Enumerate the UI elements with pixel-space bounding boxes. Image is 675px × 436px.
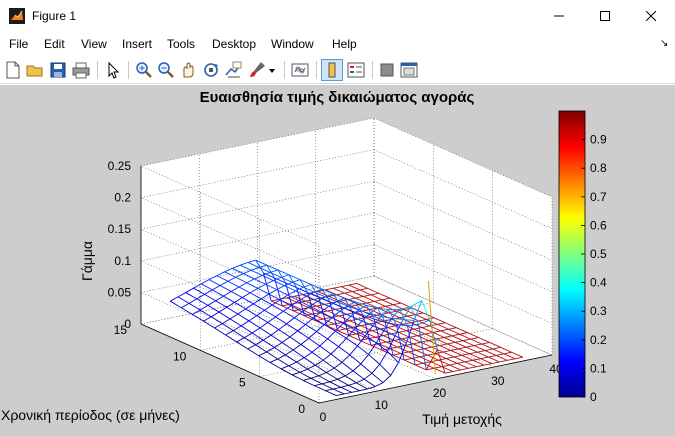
z-tick-label: 0.25 bbox=[108, 159, 132, 173]
toolbar-separator bbox=[284, 61, 285, 79]
y-tick-label: 10 bbox=[173, 349, 187, 363]
z-tick-label: 0.15 bbox=[108, 222, 132, 236]
chart-title: Ευαισθησία τιμής δικαιώματος αγοράς bbox=[200, 89, 475, 106]
x-tick-label: 20 bbox=[433, 386, 447, 400]
colorbar-tick-label: 0.9 bbox=[590, 133, 607, 147]
toolbar-separator bbox=[128, 61, 129, 79]
menu-bar: File Edit View Insert Tools Desktop Wind… bbox=[0, 32, 675, 56]
figure-toolbar bbox=[0, 56, 675, 84]
close-button[interactable] bbox=[628, 0, 674, 32]
rotate-3d-icon[interactable] bbox=[201, 60, 221, 80]
y-axis-label: Χρονική περίοδος (σε μήνες) bbox=[1, 407, 180, 423]
axes-grid bbox=[140, 117, 553, 404]
z-axis-label: Γάμμα bbox=[79, 241, 95, 281]
z-tick-label: 0.05 bbox=[108, 285, 132, 299]
colorbar-tick-label: 0.2 bbox=[590, 333, 607, 347]
open-file-icon[interactable] bbox=[25, 60, 45, 80]
menu-tools[interactable]: Tools bbox=[167, 37, 195, 51]
matlab-icon bbox=[9, 8, 25, 24]
dock-figure-icon[interactable]: ↘ bbox=[660, 38, 668, 49]
menu-edit[interactable]: Edit bbox=[44, 37, 65, 51]
zoom-out-icon[interactable] bbox=[156, 60, 176, 80]
menu-file[interactable]: File bbox=[9, 37, 28, 51]
menu-desktop[interactable]: Desktop bbox=[212, 37, 256, 51]
toolbar-separator bbox=[316, 61, 317, 79]
hide-plot-tools-icon[interactable] bbox=[377, 60, 397, 80]
data-cursor-icon[interactable] bbox=[224, 60, 244, 80]
colorbar-tick-label: 0 bbox=[590, 390, 597, 404]
zoom-in-icon[interactable] bbox=[134, 60, 154, 80]
window-title: Figure 1 bbox=[32, 9, 77, 23]
edit-plot-arrow-icon[interactable] bbox=[103, 60, 123, 80]
window-titlebar: Figure 1 bbox=[0, 0, 675, 32]
colorbar-tick-label: 0.6 bbox=[590, 218, 607, 232]
minimize-icon bbox=[554, 15, 564, 17]
close-icon bbox=[646, 11, 656, 21]
colorbar-tick-label: 0.7 bbox=[590, 190, 607, 204]
show-plot-tools-icon[interactable] bbox=[399, 60, 419, 80]
y-tick-label: 0 bbox=[298, 402, 305, 416]
maximize-button[interactable] bbox=[582, 0, 628, 32]
legend-icon[interactable] bbox=[346, 60, 366, 80]
colorbar-tick-label: 0.1 bbox=[590, 361, 607, 375]
colorbar-tick-label: 0.5 bbox=[590, 247, 607, 261]
x-axis-label: Τιμή μετοχής bbox=[422, 411, 502, 427]
z-tick-label: 0 bbox=[124, 317, 131, 331]
colorbar-tick-label: 0.4 bbox=[590, 276, 607, 290]
colorbar-tick-label: 0.8 bbox=[590, 161, 607, 175]
plot-3d-surface[interactable]: 01020304005101500.050.10.150.20.25 Ευαισ… bbox=[0, 85, 675, 436]
link-plot-icon[interactable] bbox=[290, 60, 310, 80]
colorbar-tick-label: 0.3 bbox=[590, 304, 607, 318]
save-icon[interactable] bbox=[48, 60, 68, 80]
z-tick-label: 0.1 bbox=[114, 254, 131, 268]
new-figure-icon[interactable] bbox=[3, 60, 23, 80]
toolbar-separator bbox=[372, 61, 373, 79]
print-icon[interactable] bbox=[71, 60, 91, 80]
menu-insert[interactable]: Insert bbox=[122, 37, 152, 51]
y-tick-label: 5 bbox=[239, 376, 246, 390]
menu-help[interactable]: Help bbox=[332, 37, 357, 51]
x-tick-label: 0 bbox=[320, 410, 327, 424]
brush-icon[interactable] bbox=[247, 60, 267, 80]
brush-dropdown-icon[interactable] bbox=[266, 60, 278, 80]
z-tick-label: 0.2 bbox=[114, 191, 131, 205]
x-tick-label: 10 bbox=[375, 398, 389, 412]
x-tick-label: 30 bbox=[491, 374, 505, 388]
toolbar-separator bbox=[97, 61, 98, 79]
maximize-icon bbox=[600, 11, 610, 21]
minimize-button[interactable] bbox=[536, 0, 582, 32]
pan-icon[interactable] bbox=[178, 60, 198, 80]
figure-canvas[interactable]: 0 10 20 30 40 0 5 10 15 0 0.05 0.1 0.15 0.2 0.25 Ευαισ… bbox=[0, 85, 675, 436]
menu-view[interactable]: View bbox=[81, 37, 107, 51]
menu-window[interactable]: Window bbox=[271, 37, 314, 51]
colorbar-icon[interactable] bbox=[321, 59, 343, 81]
